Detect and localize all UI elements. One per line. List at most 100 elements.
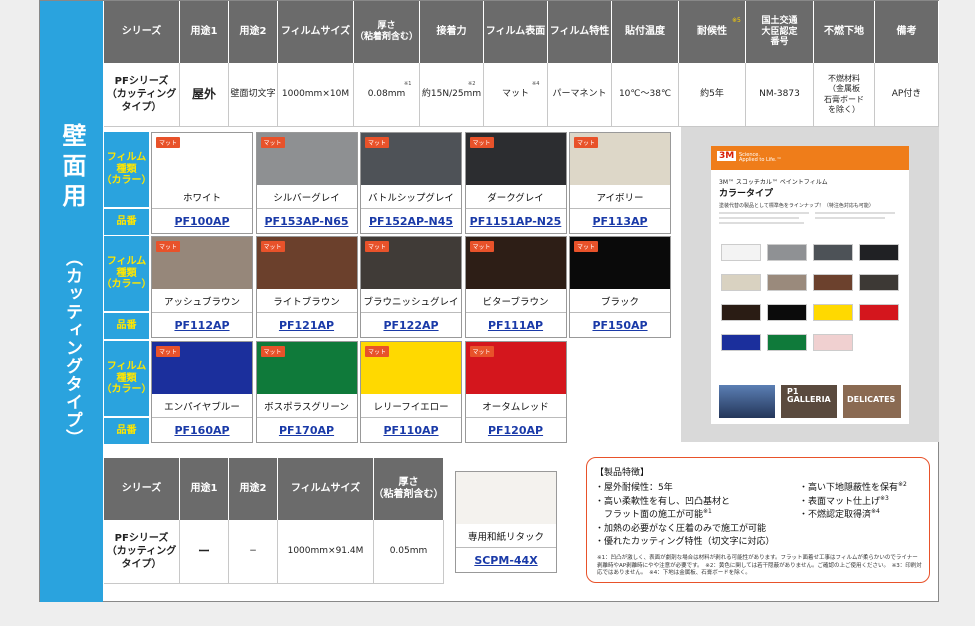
catalog-chip (813, 274, 853, 291)
3m-logo: 3M (717, 151, 737, 161)
feature-mark: ※2 (898, 481, 907, 488)
paper-header: 用途2 (229, 458, 278, 520)
feature-item: ・不燃認定取得済※4 (799, 507, 880, 520)
swatch-name: バトルシップグレイ (368, 193, 454, 204)
row-label-code: 品番 (104, 313, 149, 339)
paper-cell: − (229, 520, 278, 584)
feature-item: ・屋外耐候性：5年 (595, 480, 673, 493)
feature-item: ・加熱の必要がなく圧着のみで施工が可能 (595, 521, 766, 534)
spec-header-mark: ※5 (732, 17, 741, 24)
feature-text: ・屋外耐候性：5年 (595, 483, 673, 493)
product-code-link[interactable]: PF110AP (383, 424, 438, 437)
feature-item: ・優れたカッティング特性（切文字に対応） (595, 534, 774, 547)
catalog-chip (813, 304, 853, 321)
color-swatch: マットバトルシップグレイ PF152AP-N45 (360, 132, 462, 234)
catalog-chip (721, 304, 761, 321)
catalog-chip (767, 304, 807, 321)
product-sheet: 壁面用 （カッティングタイプ） シリーズ PFシリーズ （カッティング タイプ）用… (39, 0, 939, 602)
color-swatch: マット ボスポラスグリーン PF170AP (255, 341, 358, 443)
matte-tag: マット (260, 346, 285, 357)
product-code-link[interactable]: PF170AP (279, 424, 334, 437)
catalog-chip (767, 274, 807, 291)
swatch-code-box: PF160AP (152, 417, 252, 443)
spec-cell: 壁面切文字 (229, 63, 278, 127)
spec-cell: パーマネント (548, 63, 612, 127)
catalog-line1: 3M™ スコッチカル™ ペイントフィルム (719, 179, 828, 186)
swatch-name: アッシュブラウン (163, 297, 240, 308)
swatch-name: レリーフイエロー (373, 402, 449, 413)
feature-item: ・高い下地隠蔽性を保有※2 (799, 480, 907, 493)
catalog-chip (767, 244, 807, 261)
matte-tag: マット (574, 137, 599, 148)
product-code-link[interactable]: PF100AP (174, 215, 229, 228)
product-code-link[interactable]: PF1151AP-N25 (470, 215, 562, 228)
matte-tag: マット (156, 137, 181, 148)
paper-chip (456, 472, 556, 524)
color-swatch: マット エンパイヤブルー PF160AP (151, 341, 253, 443)
feature-text: ・表面マット仕上げ (799, 496, 881, 507)
swatch-code-box: PF1151AP-N25 (465, 208, 566, 234)
spec-cell-mark: ※1 (404, 81, 412, 87)
product-code-link[interactable]: PF120AP (488, 424, 543, 437)
color-swatch: マット アッシュブラウン PF112AP (151, 236, 253, 338)
feature-item: フラット面の施工が可能※1 (595, 507, 712, 520)
spec-header: フィルムサイズ (278, 1, 354, 63)
color-swatch: マットダークグレイ PF1151AP-N25 (464, 132, 567, 234)
catalog-text-line (719, 222, 804, 224)
matte-tag: マット (469, 241, 494, 252)
feature-text: ・優れたカッティング特性（切文字に対応） (595, 537, 775, 547)
product-code-link[interactable]: PF121AP (279, 319, 334, 332)
product-code-link[interactable]: PF113AP (592, 215, 647, 228)
product-code-link[interactable]: PF152AP-N45 (369, 215, 453, 228)
paper-code-box: SCPM-44X (456, 547, 556, 573)
product-code-link[interactable]: SCPM-44X (474, 554, 537, 567)
swatch-code-box: PF152AP-N45 (361, 208, 461, 234)
paper-name: 専用和紙リタック (467, 532, 544, 543)
feature-item: ・高い柔軟性を有し、凹凸基材と (595, 494, 730, 507)
paper-cell: 0.05mm (374, 520, 444, 584)
row-label-code: 品番 (104, 418, 149, 444)
product-code-link[interactable]: PF160AP (174, 424, 229, 437)
paper-cell: ー (180, 520, 229, 584)
product-code-link[interactable]: PF111AP (488, 319, 543, 332)
feature-text: ・高い下地隠蔽性を保有 (799, 483, 899, 493)
feature-item: ・表面マット仕上げ※3 (799, 494, 889, 507)
spec-header: シリーズ (104, 1, 180, 63)
swatch-name: ビターブラウン (482, 297, 549, 308)
color-swatch: マット アイボリー PF113AP (569, 132, 671, 234)
color-swatch: マット レリーフイエロー PF110AP (360, 341, 462, 443)
spec-cell: 約5年 (679, 63, 746, 127)
swatch-name: ブラウニッシュグレイ (363, 297, 459, 308)
catalog-chip (721, 334, 761, 351)
features-title: 【製品特徴】 (595, 468, 650, 478)
catalog-text-line (719, 217, 799, 219)
catalog-chip (813, 244, 853, 261)
feature-mark: ※4 (871, 508, 880, 515)
swatch-code-box: PF112AP (152, 312, 252, 338)
swatch-code-box: PF100AP (152, 208, 252, 234)
spec-header: フィルム表面 (484, 1, 548, 63)
catalog-chip (859, 244, 899, 261)
product-code-link[interactable]: PF112AP (174, 319, 229, 332)
product-code-link[interactable]: PF150AP (592, 319, 647, 332)
feature-mark: ※3 (880, 494, 889, 502)
swatch-code-box: PF111AP (465, 312, 566, 338)
spec-cell: 0.08mm (354, 63, 420, 127)
swatch-code-box: PF122AP (361, 312, 461, 338)
matte-tag: マット (469, 346, 494, 357)
spec-header: 貼付温度 (612, 1, 679, 63)
matte-tag: マット (156, 346, 181, 357)
feature-text: ・不燃認定取得済 (799, 510, 872, 520)
swatch-code-box: PF150AP (570, 312, 670, 338)
spec-cell-mark: ※2 (468, 81, 476, 87)
catalog-photo-galleria-text: P1 GALLERIA (787, 387, 831, 404)
catalog-page: 3M Science. Applied to Life.™ 3M™ スコッチカル… (711, 146, 909, 424)
matte-tag: マット (365, 137, 390, 148)
swatch-name: ダークグレイ (487, 193, 544, 204)
spec-cell: 屋外 (180, 63, 229, 127)
spec-cell: 不燃材料 （金属板 石膏ボード を除く） (814, 63, 875, 127)
matte-tag: マット (469, 137, 494, 148)
catalog-text-line (815, 212, 895, 214)
product-code-link[interactable]: PF153AP-N65 (265, 215, 349, 228)
product-code-link[interactable]: PF122AP (383, 319, 438, 332)
